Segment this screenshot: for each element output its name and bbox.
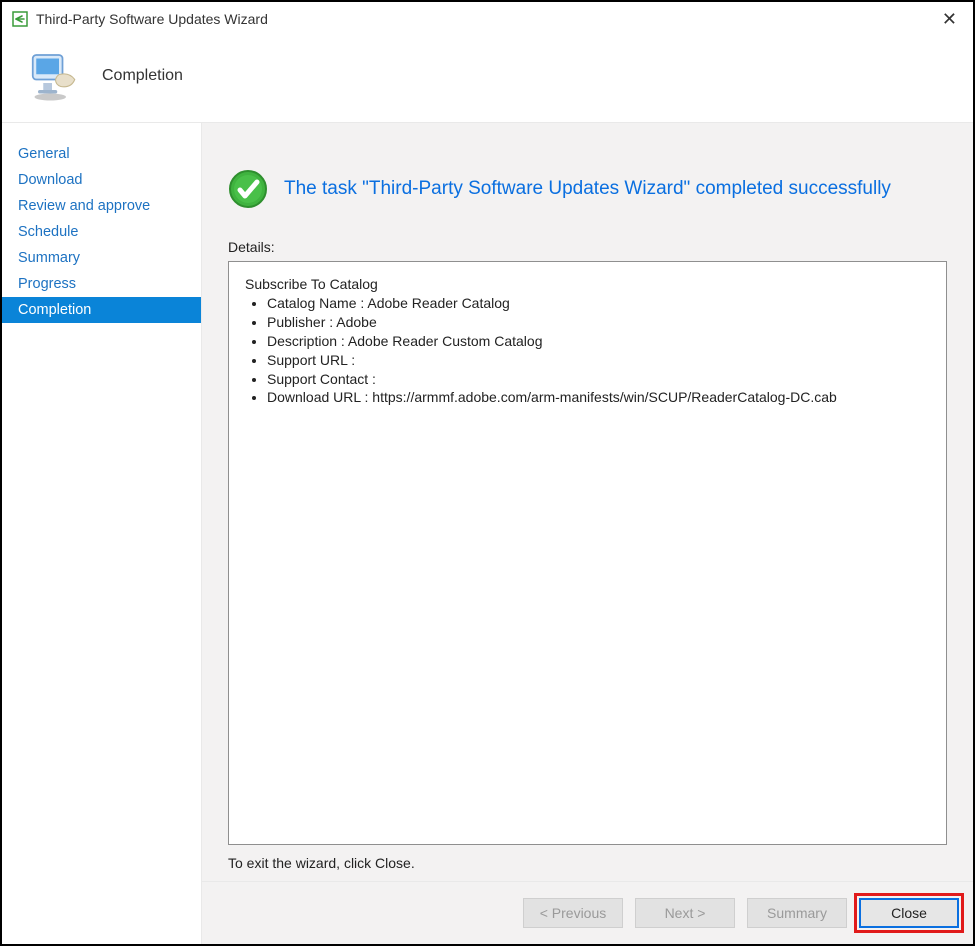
footer-buttons: < Previous Next > Summary Close [202, 881, 973, 944]
success-message: The task "Third-Party Software Updates W… [228, 169, 947, 209]
previous-button: < Previous [523, 898, 623, 928]
details-label: Details: [228, 239, 947, 255]
sidebar-item-schedule[interactable]: Schedule [2, 219, 201, 245]
detail-item: Download URL : https://armmf.adobe.com/a… [267, 388, 936, 407]
sidebar-item-label: Schedule [18, 224, 78, 240]
sidebar-item-label: Progress [18, 276, 76, 292]
detail-item: Publisher : Adobe [267, 313, 936, 332]
sidebar-item-general[interactable]: General [2, 141, 201, 167]
next-button: Next > [635, 898, 735, 928]
monitor-wizard-icon [24, 48, 80, 104]
sidebar-item-label: Review and approve [18, 198, 150, 214]
sidebar-item-completion[interactable]: Completion [2, 297, 201, 323]
content-area: The task "Third-Party Software Updates W… [202, 123, 973, 944]
checkmark-success-icon [228, 169, 268, 209]
sidebar-item-label: Summary [18, 250, 80, 266]
details-root-line: Subscribe To Catalog [239, 276, 936, 292]
detail-item: Catalog Name : Adobe Reader Catalog [267, 294, 936, 313]
window-title: Third-Party Software Updates Wizard [36, 11, 268, 27]
page-title: Completion [102, 67, 183, 85]
detail-item: Support Contact : [267, 370, 936, 389]
summary-button: Summary [747, 898, 847, 928]
close-button[interactable]: Close [859, 898, 959, 928]
wizard-header: Completion [2, 36, 973, 123]
titlebar: Third-Party Software Updates Wizard ✕ [2, 2, 973, 36]
details-box[interactable]: Subscribe To Catalog Catalog Name : Adob… [228, 261, 947, 845]
window-app-icon [12, 11, 28, 27]
wizard-window: Third-Party Software Updates Wizard ✕ Co… [0, 0, 975, 946]
sidebar-item-label: Completion [18, 302, 91, 318]
detail-item: Description : Adobe Reader Custom Catalo… [267, 332, 936, 351]
sidebar-item-review-approve[interactable]: Review and approve [2, 193, 201, 219]
sidebar-item-label: Download [18, 172, 83, 188]
sidebar-item-progress[interactable]: Progress [2, 271, 201, 297]
sidebar-nav: General Download Review and approve Sche… [2, 123, 202, 944]
close-icon[interactable]: ✕ [936, 10, 963, 28]
sidebar-item-summary[interactable]: Summary [2, 245, 201, 271]
sidebar-item-label: General [18, 146, 70, 162]
sidebar-item-download[interactable]: Download [2, 167, 201, 193]
detail-item: Support URL : [267, 351, 936, 370]
exit-hint: To exit the wizard, click Close. [228, 855, 947, 871]
wizard-body: General Download Review and approve Sche… [2, 123, 973, 944]
success-text: The task "Third-Party Software Updates W… [284, 178, 891, 200]
details-list: Catalog Name : Adobe Reader Catalog Publ… [239, 294, 936, 407]
